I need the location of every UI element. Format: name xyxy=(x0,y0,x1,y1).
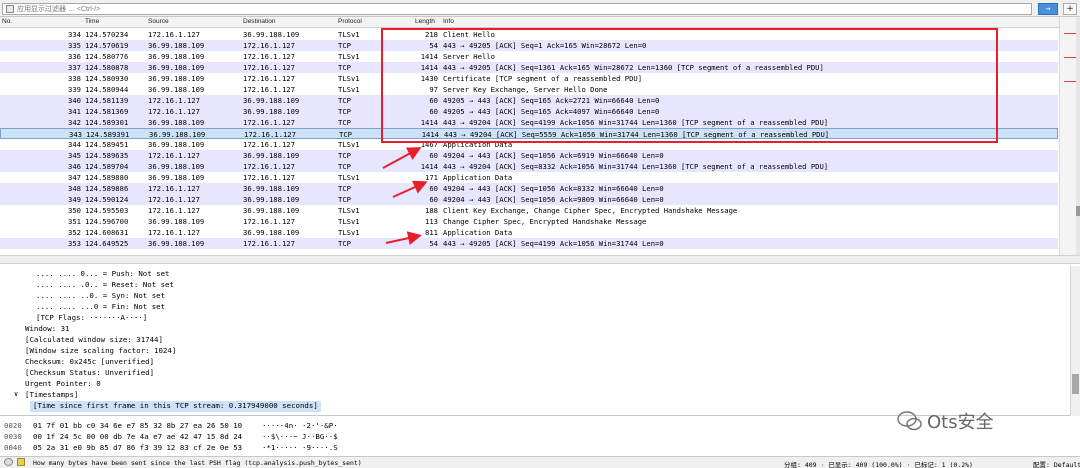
expert-info-icon[interactable] xyxy=(4,458,13,466)
details-scrollbar-thumb[interactable] xyxy=(1072,374,1079,394)
detail-line[interactable]: Urgent Pointer: 0 xyxy=(25,379,101,390)
packet-list-hscrollbar[interactable] xyxy=(0,255,1080,264)
detail-line[interactable]: [Checksum Status: Unverified] xyxy=(25,368,154,379)
bytes-ascii[interactable]: ·····4n· ·2·'·&P· xyxy=(262,421,338,432)
bytes-offset: 0020 xyxy=(4,421,22,430)
packet-details-pane: .... .... 0... = Push: Not set .... ....… xyxy=(0,266,1080,416)
scrollbar-track[interactable] xyxy=(1076,17,1080,255)
wechat-icon xyxy=(897,411,922,431)
details-scrollbar[interactable] xyxy=(1070,266,1080,416)
detail-line[interactable]: .... .... ..0. = Syn: Not set xyxy=(36,291,165,302)
detail-line[interactable]: .... .... 0... = Push: Not set xyxy=(36,269,170,280)
bytes-hex[interactable]: 01 7f 01 bb c0 34 6e e7 85 32 8b 27 ea 2… xyxy=(33,421,242,432)
detail-line-selected[interactable]: [Time since first frame in this TCP stre… xyxy=(30,401,321,412)
bytes-offset: 0040 xyxy=(4,443,22,452)
status-hint: How many bytes have been sent since the … xyxy=(33,459,362,467)
detail-line-timestamps[interactable]: [Timestamps] xyxy=(25,390,78,401)
detail-line[interactable]: .... .... .0.. = Reset: Not set xyxy=(36,280,174,291)
watermark: Ots安全 xyxy=(897,408,994,434)
packet-list-scrollbar[interactable] xyxy=(1059,17,1080,255)
watermark-text: Ots安全 xyxy=(927,412,994,433)
capture-file-icon[interactable] xyxy=(17,458,25,466)
bytes-ascii[interactable]: ··$\···~ J··BG··$ xyxy=(262,432,338,443)
arrow-application-data-2 xyxy=(392,180,428,198)
detail-line[interactable]: [Window size scaling factor: 1024] xyxy=(25,346,176,357)
scrollbar-thumb[interactable] xyxy=(1076,206,1080,216)
arrow-application-data-3 xyxy=(385,231,422,245)
packet-counts: 分组: 409 · 已显示: 409 (100.0%) · 已标记: 1 (0.… xyxy=(784,461,973,468)
detail-line[interactable]: [TCP Flags: ·······A····] xyxy=(36,313,147,324)
detail-line[interactable]: .... .... ...0 = Fin: Not set xyxy=(36,302,165,313)
arrow-application-data-1 xyxy=(382,147,422,169)
detail-line[interactable]: [Calculated window size: 31744] xyxy=(25,335,163,346)
bytes-hex[interactable]: 05 2a 31 e0 9b 85 d7 86 f3 39 12 83 cf 2… xyxy=(33,443,242,454)
expand-arrow-icon[interactable]: ∨ xyxy=(14,390,18,398)
detail-line[interactable]: Window: 31 xyxy=(25,324,70,335)
bytes-ascii[interactable]: ·*1····· ·9····.S xyxy=(262,443,338,454)
profile-indicator[interactable]: 配置: Default xyxy=(1033,459,1080,468)
bytes-offset: 0030 xyxy=(4,432,22,441)
detail-line[interactable]: Checksum: 0x245c [unverified] xyxy=(25,357,154,368)
bytes-hex[interactable]: 00 1f 24 5c 00 00 db 7e 4a e7 ae 42 47 1… xyxy=(33,432,242,443)
status-bar: How many bytes have been sent since the … xyxy=(0,456,1080,468)
